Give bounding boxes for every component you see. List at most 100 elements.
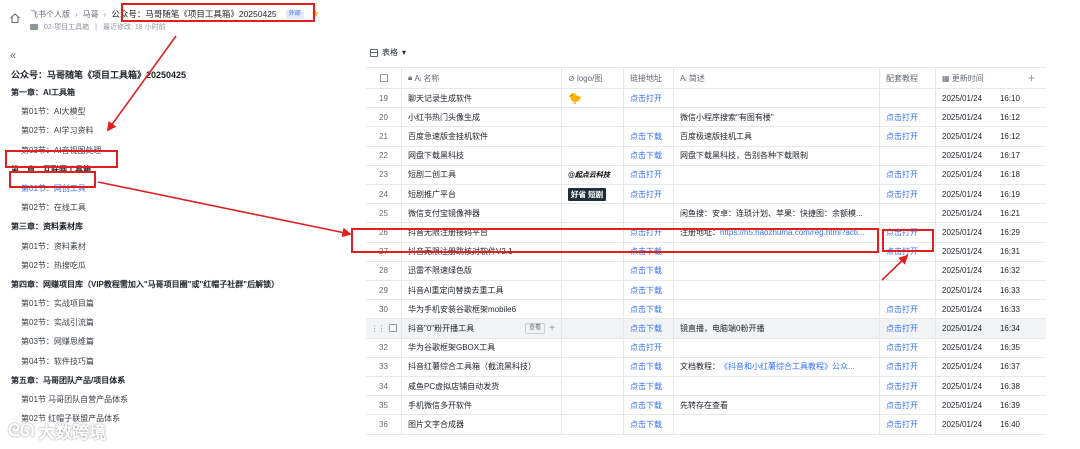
url-link[interactable]: 点击下载 [630,304,662,315]
tutorial-cell[interactable]: 点击打开 [880,377,936,396]
url-link[interactable]: 点击下载 [630,361,662,372]
time-cell[interactable]: 2025/01/24 16:29 [936,223,1026,241]
logo-cell[interactable]: 🐤 [562,89,624,108]
url-cell[interactable]: 点击下载 [624,127,674,146]
table-row[interactable]: 28 迅雷不限速绿色版 点击下载 2025/01/24 16:32 [366,261,1046,281]
tutorial-link[interactable]: 点击打开 [886,246,918,257]
table-row[interactable]: 21 百度急速版金挂机软件 点击下载 百度极速版挂机工具 点击打开 2025/01/24 1… [366,127,1046,147]
url-cell[interactable]: 点击下载 [624,300,674,319]
desc-cell[interactable] [674,165,880,184]
url-link[interactable]: 点击下载 [630,150,662,161]
expand-record-button[interactable]: 查看 [525,322,546,334]
desc-cell[interactable]: 注册地址： https://h5.haozhuma.com/reg.html?ac… [674,223,880,242]
outline-item[interactable]: 第一章：AI工具箱 [11,83,341,102]
outline-item[interactable]: 第二章：互联网工具箱 [11,160,341,179]
row-number-cell[interactable]: ⋮⋮ [366,319,402,338]
row-number-cell[interactable]: 34 [366,377,402,396]
table-row[interactable]: ⋮⋮ 抖音"0"粉开播工具 查看 + 点击下载 镜直播，电脑端0粉开播 点击打开 2025/0… [366,319,1046,339]
url-cell[interactable]: 点击下载 [624,146,674,165]
column-header-logo[interactable]: ⊘ logo/图 [562,68,624,88]
desc-cell[interactable] [674,377,880,396]
table-row[interactable]: 35 手机微信多开软件 点击下载 先转存在查看 点击打开 2025/01/24 16:39 [366,396,1046,416]
url-link[interactable]: 点击下载 [630,419,662,430]
logo-cell[interactable] [562,108,624,127]
name-cell[interactable]: 聊天记录生成软件 [402,89,562,108]
name-cell[interactable]: 百度急速版金挂机软件 [402,127,562,146]
table-row[interactable]: 20 小红书热门头像生成 微信小程序搜索"有图有楼" 点击打开 2025/01/24 16… [366,108,1046,128]
table-row[interactable]: 36 图片文字合成器 点击下载 点击打开 2025/01/24 16:40 [366,415,1046,435]
time-cell[interactable]: 2025/01/24 16:12 [936,108,1026,126]
home-icon[interactable] [9,12,21,24]
time-cell[interactable]: 2025/01/24 16:33 [936,281,1026,299]
desc-cell[interactable]: 微信小程序搜索"有图有楼" [674,108,880,127]
time-cell[interactable]: 2025/01/24 16:31 [936,243,1026,261]
name-cell[interactable]: 华为手机安装谷歌框架mobile6 [402,300,562,319]
tutorial-link[interactable]: 点击打开 [886,361,918,372]
table-row[interactable]: 34 咸鱼PC虚拟店铺自动发货 点击下载 点击打开 2025/01/24 16:38 [366,377,1046,397]
outline-item[interactable]: 第三章：资料素材库 [11,217,341,236]
desc-cell[interactable] [674,281,880,300]
name-cell[interactable]: 短剧推广平台 [402,185,562,204]
column-header-desc[interactable]: Aᵢ 简述 [674,68,880,88]
row-number-cell[interactable]: 35 [366,396,402,415]
url-cell[interactable]: 点击下载 [624,261,674,280]
tutorial-link[interactable]: 点击打开 [886,419,918,430]
column-header-time[interactable]: ▦ 更新时间 [936,68,1026,88]
time-cell[interactable]: 2025/01/24 16:21 [936,204,1026,222]
time-cell[interactable]: 2025/01/24 16:10 [936,89,1026,107]
view-switcher[interactable]: 表格 ▾ [370,47,406,58]
url-cell[interactable]: 点击打开 [624,89,674,108]
logo-cell[interactable] [562,204,624,223]
tutorial-link[interactable]: 点击打开 [886,381,918,392]
header-select-all[interactable] [366,68,402,88]
url-cell[interactable] [624,108,674,127]
logo-cell[interactable] [562,223,624,242]
url-link[interactable]: 点击下载 [630,131,662,142]
time-cell[interactable]: 2025/01/24 16:35 [936,339,1026,357]
outline-item[interactable]: 第五章：马哥团队产品/项目体系 [11,371,341,390]
url-link[interactable]: 点击打开 [630,342,662,353]
name-cell[interactable]: 华为谷歌框架GBOX工具 [402,338,562,357]
row-number-cell[interactable]: 20 [366,108,402,127]
url-link[interactable]: 点击下载 [630,246,662,257]
tutorial-cell[interactable]: 点击打开 [880,396,936,415]
time-cell[interactable]: 2025/01/24 16:33 [936,300,1026,318]
outline-item[interactable]: 第04节：软件技巧篇 [11,352,341,371]
url-link[interactable]: 点击下载 [630,285,662,296]
table-row[interactable]: 23 短剧二创工具 @起点云科技 点击打开 点击打开 2025/01/24 16:18 [366,165,1046,185]
url-cell[interactable]: 点击下载 [624,281,674,300]
row-number-cell[interactable]: 19 [366,89,402,108]
logo-cell[interactable] [562,261,624,280]
checkbox-icon[interactable] [379,74,388,82]
tutorial-cell[interactable] [880,281,936,300]
add-icon[interactable]: + [549,323,555,334]
desc-cell[interactable]: 先转存在查看 [674,396,880,415]
tutorial-link[interactable]: 点击打开 [886,227,918,238]
column-header-tutorial[interactable]: 配套教程 [880,68,936,88]
row-number-cell[interactable]: 21 [366,127,402,146]
checkbox-icon[interactable] [388,324,397,333]
url-cell[interactable] [624,204,674,223]
outline-doc-title[interactable]: 公众号：马哥随笔《项目工具箱》20250425 [11,68,186,81]
url-cell[interactable]: 点击下载 [624,242,674,261]
table-row[interactable]: 19 聊天记录生成软件 🐤 点击打开 2025/01/24 16:10 [366,89,1046,109]
logo-cell[interactable] [562,338,624,357]
time-cell[interactable]: 2025/01/24 16:38 [936,377,1026,395]
tutorial-link[interactable]: 点击打开 [886,189,918,200]
url-link[interactable]: 点击下载 [630,381,662,392]
tutorial-cell[interactable]: 点击打开 [880,319,936,338]
tutorial-link[interactable]: 点击打开 [886,400,918,411]
url-cell[interactable]: 点击下载 [624,415,674,434]
url-cell[interactable]: 点击打开 [624,165,674,184]
desc-cell[interactable] [674,185,880,204]
time-cell[interactable]: 2025/01/24 16:32 [936,262,1026,280]
tutorial-cell[interactable]: 点击打开 [880,185,936,204]
desc-cell[interactable] [674,242,880,261]
collapse-sidebar-icon[interactable]: « [10,50,16,62]
logo-cell[interactable] [562,377,624,396]
desc-cell[interactable] [674,89,880,108]
outline-item[interactable]: 第四章：网赚项目库（VIP教程需加入"马哥项目圈"或"红帽子社群"后解锁） [11,275,341,294]
time-cell[interactable]: 2025/01/24 16:40 [936,415,1026,433]
tutorial-cell[interactable] [880,261,936,280]
outline-item[interactable]: 第02节：在线工具 [11,198,341,217]
